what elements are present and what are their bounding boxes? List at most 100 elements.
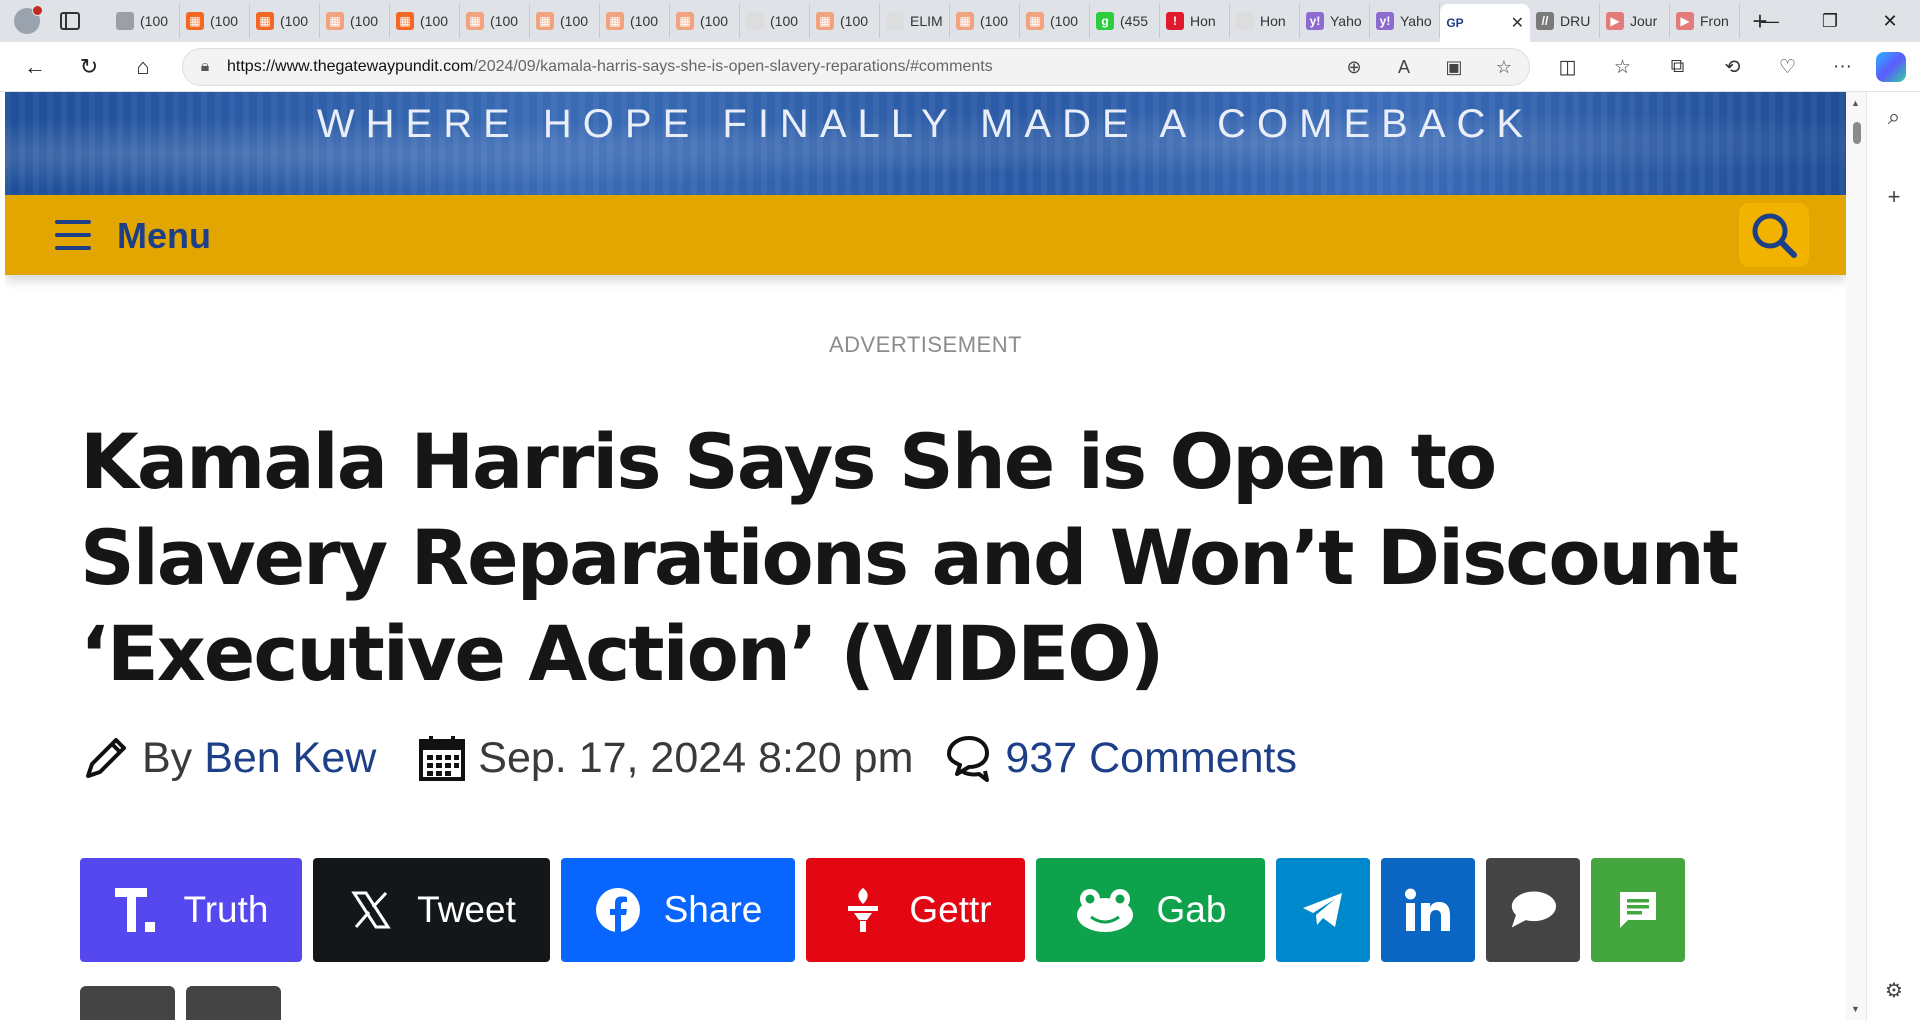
browser-tab[interactable]: ELIM	[880, 4, 950, 38]
gateway-pundit-favicon: GP	[1446, 14, 1464, 32]
tab-title: (100	[630, 13, 659, 29]
tab-favicon: ▶	[1606, 12, 1624, 30]
address-bar[interactable]: 🔒︎ https://www.thegatewaypundit.com/2024…	[182, 48, 1530, 86]
pencil-icon	[86, 738, 126, 778]
browser-tab[interactable]: ▦ (100	[250, 4, 320, 38]
hamburger-icon[interactable]	[55, 220, 91, 250]
share-telegram-button[interactable]	[1276, 858, 1370, 962]
edge-sidebar: ⌕ + ⚙	[1866, 92, 1920, 1020]
article-headline: Kamala Harris Says She is Open to Slaver…	[80, 417, 1739, 698]
browser-tab[interactable]: Hon	[1230, 4, 1300, 38]
zoom-icon[interactable]: ⊕	[1329, 57, 1379, 78]
share-truth-button[interactable]: Truth	[80, 858, 302, 962]
browser-tab[interactable]: ▦ (100	[390, 4, 460, 38]
advertisement-label: ADVERTISEMENT	[828, 332, 1023, 357]
browser-tab[interactable]: ▦ (100	[600, 4, 670, 38]
scrollbar-thumb[interactable]	[1853, 122, 1861, 144]
tab-favicon: ▦	[606, 12, 624, 30]
profile-avatar[interactable]	[14, 5, 43, 34]
share-gab-button[interactable]: Gab	[1036, 858, 1265, 962]
site-info-icon[interactable]: 🔒︎	[183, 58, 227, 76]
back-icon[interactable]: ←	[8, 47, 62, 87]
tab-actions-icon[interactable]	[60, 12, 80, 30]
share-button-partial[interactable]	[80, 986, 175, 1020]
tab-title: Hon	[1260, 13, 1286, 29]
home-icon[interactable]: ⌂	[116, 47, 170, 87]
speech-bubble-icon	[1509, 886, 1557, 934]
copilot-icon[interactable]	[1876, 52, 1906, 82]
toolbar-right-icons: ◫ ☆ ⧉ ⟲ ♡ ···	[1540, 42, 1870, 92]
tab-favicon	[116, 12, 134, 30]
tab-favicon: ▦	[956, 12, 974, 30]
tab-title: Yaho	[1400, 13, 1432, 29]
refresh-icon[interactable]: ↻	[62, 47, 116, 87]
share-linkedin-button[interactable]	[1381, 858, 1475, 962]
restore-icon[interactable]: ❐	[1800, 0, 1860, 42]
menu-button[interactable]: Menu	[117, 215, 211, 257]
browser-tab[interactable]: y! Yaho	[1370, 4, 1440, 38]
browser-tab[interactable]: ▶ Jour	[1600, 4, 1670, 38]
share-gettr-label: Gettr	[909, 889, 992, 930]
tab-title: Jour	[1630, 13, 1658, 29]
browser-tab[interactable]: // DRU	[1530, 4, 1600, 38]
browser-tab-strip: (100 ▦ (100 ▦ (100 ▦ (100 ▦ (100 ▦ (100 ▦ (100 ▦ (100 ▦…	[0, 0, 1920, 42]
tab-favicon: ▦	[256, 12, 274, 30]
sidebar-add-icon[interactable]: +	[1867, 184, 1920, 210]
share-comment-button[interactable]	[1486, 858, 1580, 962]
close-window-icon[interactable]: ✕	[1860, 0, 1920, 42]
author-link[interactable]: Ben Kew	[204, 734, 376, 783]
tab-favicon: ▦	[1026, 12, 1044, 30]
browser-tab[interactable]: ▦ (100	[810, 4, 880, 38]
scroll-down-icon[interactable]: ▼	[1851, 1004, 1860, 1014]
scroll-up-icon[interactable]: ▲	[1851, 98, 1860, 108]
browser-tab[interactable]: ▦ (100	[460, 4, 530, 38]
browser-tab[interactable]: ▦ (100	[1020, 4, 1090, 38]
web-page: WHERE HOPE FINALLY MADE A COMEBACK Menu …	[5, 92, 1846, 1020]
gab-frog-icon	[1075, 886, 1135, 934]
share-sms-button[interactable]	[1591, 858, 1685, 962]
sidebar-search-icon[interactable]: ⌕	[1867, 104, 1920, 130]
byline-prefix: By	[142, 733, 193, 782]
url-text[interactable]: https://www.thegatewaypundit.com/2024/09…	[227, 58, 1329, 76]
more-menu-icon[interactable]: ···	[1815, 56, 1870, 78]
tab-title: (100	[1050, 13, 1079, 29]
share-gab-label: Gab	[1156, 889, 1227, 930]
site-search-button[interactable]	[1739, 203, 1809, 267]
history-icon[interactable]: ⟲	[1705, 56, 1760, 79]
sidebar-settings-icon[interactable]: ⚙	[1867, 978, 1920, 1003]
collections-icon[interactable]: ⧉	[1650, 56, 1705, 78]
minimize-icon[interactable]: —	[1740, 0, 1800, 42]
browser-tab[interactable]: ▦ (100	[950, 4, 1020, 38]
browser-tab[interactable]: (100	[740, 4, 810, 38]
browser-tab[interactable]: ! Hon	[1160, 4, 1230, 38]
tab-title: (455	[1120, 13, 1149, 29]
read-aloud-icon[interactable]: A	[1379, 57, 1429, 78]
tab-active[interactable]: GP ✕	[1440, 4, 1530, 42]
page-scrollbar[interactable]: ▲ ▼	[1846, 92, 1866, 1020]
browser-tab[interactable]: ▦ (100	[180, 4, 250, 38]
comments-icon	[947, 736, 990, 782]
close-tab-icon[interactable]: ✕	[1511, 13, 1524, 33]
share-gettr-button[interactable]: Gettr	[806, 858, 1025, 962]
browser-tab[interactable]: y! Yaho	[1300, 4, 1370, 38]
browser-tab[interactable]: ▦ (100	[530, 4, 600, 38]
browser-essentials-icon[interactable]: ♡	[1760, 56, 1815, 79]
tab-favicon	[746, 12, 764, 30]
immersive-reader-icon[interactable]: ▣	[1429, 57, 1479, 78]
share-tweet-button[interactable]: Tweet	[313, 858, 550, 962]
share-facebook-button[interactable]: Share	[561, 858, 795, 962]
tab-title: (100	[420, 13, 449, 29]
comments-link[interactable]: 937 Comments	[1005, 734, 1297, 783]
split-screen-icon[interactable]: ◫	[1540, 56, 1595, 79]
favorites-icon[interactable]: ☆	[1595, 56, 1650, 79]
tab-favicon: ▦	[536, 12, 554, 30]
favorite-star-icon[interactable]: ☆	[1479, 57, 1529, 78]
browser-tab[interactable]: ▦ (100	[670, 4, 740, 38]
browser-tab[interactable]: ▦ (100	[320, 4, 390, 38]
browser-tab[interactable]: (100	[110, 4, 180, 38]
tab-title: ELIM	[910, 13, 943, 29]
browser-tab[interactable]: g (455	[1090, 4, 1160, 38]
browser-tab[interactable]: ▶ Fron	[1670, 4, 1740, 38]
share-button-partial[interactable]	[186, 986, 281, 1020]
tab-favicon: //	[1536, 12, 1554, 30]
